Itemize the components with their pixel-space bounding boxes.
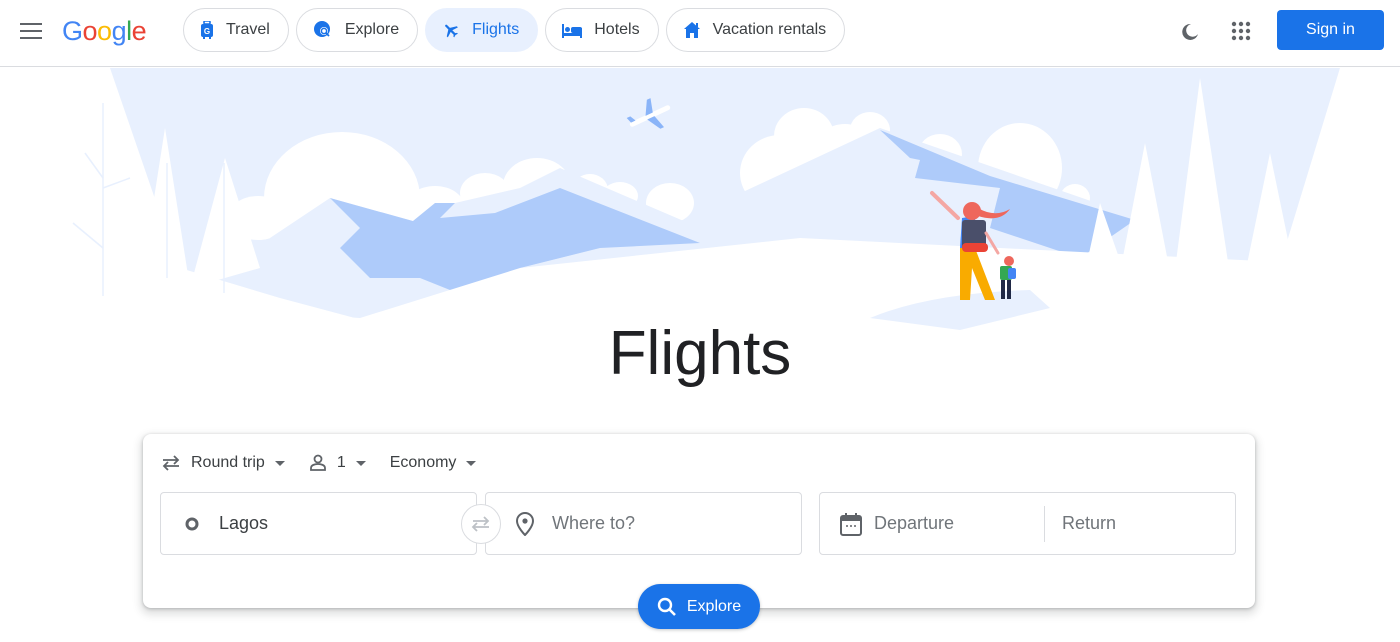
nav-chip-label: Flights (472, 21, 520, 38)
swap-horizontal-icon (162, 455, 180, 471)
nav-chip-hotels[interactable]: Hotels (545, 8, 659, 52)
nav-chip-explore[interactable]: Explore (295, 8, 419, 52)
logo-letter: e (131, 16, 147, 46)
bed-icon (562, 24, 583, 38)
top-app-bar: Google G Travel Explore Flights Hotels V… (0, 0, 1400, 67)
logo-letter: g (111, 16, 127, 46)
calendar-icon (840, 512, 862, 536)
nav-chip-label: Explore (344, 21, 400, 38)
search-options-row: Round trip 1 Economy (161, 448, 500, 478)
explore-search-button[interactable]: Explore (638, 584, 760, 629)
trip-type-value: Round trip (191, 454, 265, 471)
explore-label: Explore (686, 597, 742, 615)
main-menu-button[interactable] (13, 13, 49, 49)
search-icon (657, 597, 676, 616)
explore-globe-icon (313, 21, 330, 37)
dropdown-caret-icon (466, 460, 477, 466)
dark-mode-toggle[interactable] (1172, 14, 1208, 50)
moon-icon (1182, 23, 1198, 40)
date-divider (1044, 505, 1045, 542)
page-title: Flights (608, 319, 792, 388)
nav-chip-travel[interactable]: G Travel (183, 8, 289, 52)
nav-chip-label: Vacation rentals (712, 21, 827, 38)
google-apps-button[interactable] (1223, 13, 1259, 49)
airplane-icon (445, 24, 459, 38)
origin-input[interactable]: Lagos (160, 492, 477, 555)
nav-chip-label: Hotels (594, 21, 640, 38)
date-range-input[interactable]: Departure Return (819, 492, 1236, 555)
swap-arrows-icon (471, 516, 490, 532)
passengers-value: 1 (336, 454, 346, 471)
dropdown-caret-icon (274, 460, 285, 466)
luggage-icon: G (201, 21, 213, 39)
return-date-field[interactable]: Return (1062, 513, 1116, 534)
swap-origin-destination-button[interactable] (461, 504, 501, 544)
house-icon (683, 22, 700, 38)
origin-circle-icon (185, 517, 199, 530)
hero-illustration (0, 68, 1400, 330)
cabin-class-select[interactable]: Economy (390, 454, 477, 472)
nav-chip-vacation-rentals[interactable]: Vacation rentals (665, 8, 846, 52)
departure-date-field[interactable]: Departure (874, 513, 1044, 534)
origin-value: Lagos (219, 513, 269, 533)
logo-letter: G (62, 16, 83, 46)
cabin-class-value: Economy (389, 454, 457, 471)
nav-chip-label: Travel (226, 21, 270, 38)
dropdown-caret-icon (355, 460, 366, 466)
location-pin-icon (516, 511, 534, 536)
hamburger-menu-icon (20, 23, 42, 39)
apps-grid-icon (1231, 21, 1251, 41)
product-nav: G Travel Explore Flights Hotels Vacation… (183, 8, 846, 52)
destination-input[interactable]: Where to? (485, 492, 802, 555)
logo-letter: o (82, 16, 98, 46)
flight-search-form: Round trip 1 Economy Lagos Where to? Dep… (143, 434, 1255, 629)
svg-text:G: G (204, 27, 210, 36)
google-logo[interactable]: Google (62, 14, 147, 48)
sign-in-button[interactable]: Sign in (1277, 10, 1384, 50)
destination-placeholder: Where to? (552, 513, 636, 533)
logo-letter: o (97, 16, 112, 46)
trip-type-select[interactable]: Round trip (161, 454, 285, 472)
person-icon (309, 454, 326, 471)
passengers-select[interactable]: 1 (309, 454, 366, 472)
nav-chip-flights[interactable]: Flights (425, 8, 539, 52)
flights-landscape-illustration (0, 68, 1400, 330)
